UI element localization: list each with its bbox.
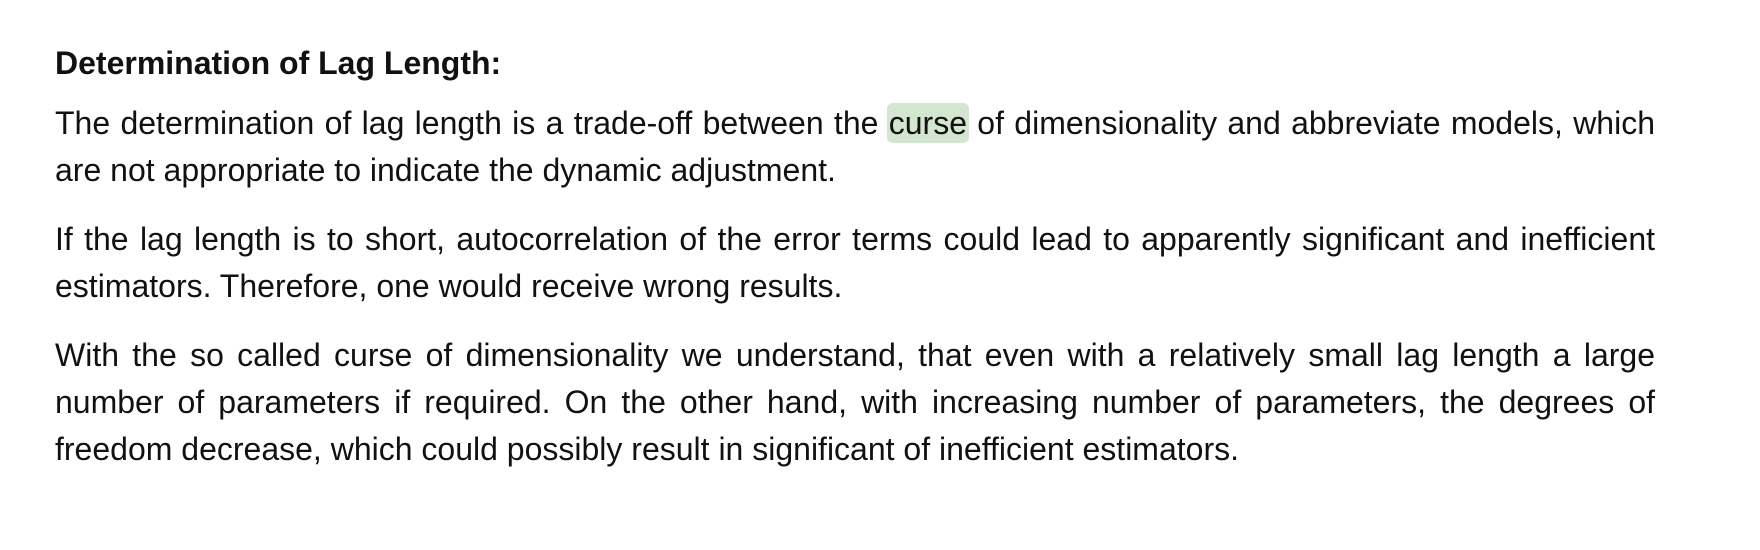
paragraph-lag-length-tradeoff: The determination of lag length is a tra… [55, 100, 1655, 194]
highlighted-word[interactable]: curse [886, 103, 969, 143]
paragraph-curse-of-dimensionality: With the so called curse of dimensionali… [55, 337, 1655, 467]
document-body: Determination of Lag Length: The determi… [55, 40, 1655, 495]
paragraph-short-lag-length: If the lag length is to short, autocorre… [55, 221, 1655, 304]
paragraph-text-before-highlight: The determination of lag length is a tra… [55, 105, 889, 141]
section-heading: Determination of Lag Length: [55, 45, 502, 81]
